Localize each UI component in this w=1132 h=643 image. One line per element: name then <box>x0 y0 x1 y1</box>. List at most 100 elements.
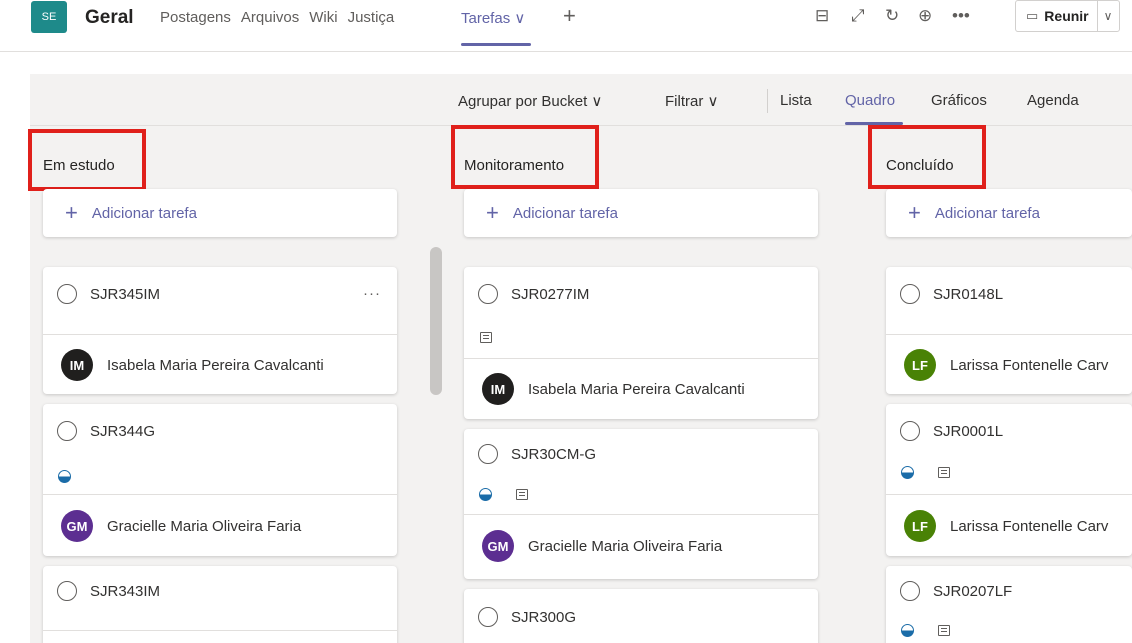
add-task-label: Adicionar tarefa <box>934 204 1040 222</box>
complete-checkbox-icon[interactable] <box>900 581 920 601</box>
task-title-text: SJR0207LF <box>933 582 1013 600</box>
task-title: SJR0001L <box>900 421 1003 441</box>
notes-icon <box>480 332 492 343</box>
add-task-button[interactable]: + Adicionar tarefa <box>886 189 1132 237</box>
complete-checkbox-icon[interactable] <box>900 421 920 441</box>
task-title: SJR0207LF <box>900 581 1012 601</box>
meet-divider <box>1096 1 1098 31</box>
assignee: GM Gracielle Maria Oliveira Faria <box>61 510 301 542</box>
complete-checkbox-icon[interactable] <box>478 444 498 464</box>
in-progress-icon <box>479 488 492 501</box>
assignee-name: Isabela Maria Pereira Cavalcanti <box>107 356 324 374</box>
card-divider <box>43 494 397 495</box>
assignee: LF Larissa Fontenelle Carv <box>904 349 1108 381</box>
tab-arquivos[interactable]: Arquivos <box>241 9 299 26</box>
task-title: SJR344G <box>57 421 155 441</box>
task-card[interactable]: SJR344G GM Gracielle Maria Oliveira Fari… <box>43 404 397 556</box>
task-title: SJR300G <box>478 607 576 627</box>
task-title-text: SJR0277IM <box>511 285 590 303</box>
complete-checkbox-icon[interactable] <box>57 581 77 601</box>
card-divider <box>43 334 397 335</box>
view-board[interactable]: Quadro <box>845 92 895 109</box>
meet-button[interactable]: ▭ Reunir ∨ <box>1015 0 1120 32</box>
more-options-icon[interactable]: ··· <box>363 285 381 302</box>
notes-icon <box>516 489 528 500</box>
avatar: GM <box>482 530 514 562</box>
video-camera-icon: ▭ <box>1026 8 1039 23</box>
conversation-icon[interactable]: ⊟ <box>815 6 829 26</box>
card-divider <box>886 494 1132 495</box>
task-card[interactable]: SJR0207LF <box>886 566 1132 643</box>
in-progress-icon <box>58 470 71 483</box>
tab-justica[interactable]: Justiça <box>348 9 395 26</box>
assignee: LF Larissa Fontenelle Carv <box>904 510 1108 542</box>
task-card[interactable]: SJR300G <box>464 589 818 643</box>
add-tab-icon[interactable]: + <box>563 3 576 29</box>
task-title: SJR345IM <box>57 284 160 304</box>
complete-checkbox-icon[interactable] <box>900 284 920 304</box>
notes-icon <box>938 625 950 636</box>
plus-icon: + <box>908 200 921 225</box>
assignee-name: Gracielle Maria Oliveira Faria <box>528 537 723 555</box>
card-divider <box>43 630 397 631</box>
tab-active-indicator <box>461 43 531 46</box>
assignee: IM Isabela Maria Pereira Cavalcanti <box>482 373 745 405</box>
avatar: IM <box>61 349 93 381</box>
highlight-box <box>28 129 146 191</box>
vertical-scrollbar[interactable] <box>430 247 442 395</box>
assignee-name: Larissa Fontenelle Carv <box>950 356 1109 374</box>
tab-postagens[interactable]: Postagens <box>160 9 231 26</box>
assignee: IM Isabela Maria Pereira Cavalcanti <box>61 349 324 381</box>
task-title: SJR30CM-G <box>478 444 596 464</box>
assignee-name: Larissa Fontenelle Carv <box>950 517 1109 535</box>
task-card[interactable]: SJR0148L LF Larissa Fontenelle Carv <box>886 267 1132 394</box>
task-title: SJR343IM <box>57 581 160 601</box>
in-progress-icon <box>901 466 914 479</box>
task-card[interactable]: SJR0277IM IM Isabela Maria Pereira Caval… <box>464 267 818 419</box>
view-list[interactable]: Lista <box>780 92 812 109</box>
complete-checkbox-icon[interactable] <box>478 284 498 304</box>
assignee-name: Gracielle Maria Oliveira Faria <box>107 517 302 535</box>
task-title-text: SJR345IM <box>90 285 161 303</box>
plus-icon: + <box>65 200 78 225</box>
refresh-icon[interactable]: ↻ <box>885 6 899 26</box>
card-divider <box>464 358 818 359</box>
task-title-text: SJR343IM <box>90 582 161 600</box>
channel-tabs: Postagens Arquivos Wiki Justiça <box>160 9 394 26</box>
team-avatar[interactable]: SE <box>31 1 67 33</box>
card-divider <box>464 514 818 515</box>
group-by-dropdown[interactable]: Agrupar por Bucket ∨ <box>458 92 602 110</box>
add-task-button[interactable]: + Adicionar tarefa <box>464 189 818 237</box>
task-card[interactable]: SJR0001L LF Larissa Fontenelle Carv <box>886 404 1132 556</box>
tab-wiki[interactable]: Wiki <box>309 9 337 26</box>
view-charts[interactable]: Gráficos <box>931 92 987 109</box>
avatar: IM <box>482 373 514 405</box>
globe-icon[interactable]: ⊕ <box>918 6 932 26</box>
channel-name: Geral <box>85 7 134 28</box>
complete-checkbox-icon[interactable] <box>57 421 77 441</box>
task-card[interactable]: SJR345IM ··· IM Isabela Maria Pereira Ca… <box>43 267 397 394</box>
expand-icon[interactable]: ⤢ <box>851 6 865 26</box>
tab-tarefas[interactable]: Tarefas ∨ <box>461 9 525 27</box>
complete-checkbox-icon[interactable] <box>478 607 498 627</box>
notes-icon <box>938 467 950 478</box>
task-title-text: SJR0148L <box>933 285 1004 303</box>
in-progress-icon <box>901 624 914 637</box>
view-schedule[interactable]: Agenda <box>1027 92 1079 109</box>
filter-dropdown[interactable]: Filtrar ∨ <box>665 92 718 110</box>
meet-button-label: Reunir <box>1044 8 1089 24</box>
add-task-button[interactable]: + Adicionar tarefa <box>43 189 397 237</box>
plus-icon: + <box>486 200 499 225</box>
board-toolbar: Agrupar por Bucket ∨ Filtrar ∨ Lista Qua… <box>30 74 1132 126</box>
more-options-icon[interactable]: ••• <box>952 6 970 26</box>
avatar: LF <box>904 349 936 381</box>
highlight-box <box>451 125 599 189</box>
assignee-name: Isabela Maria Pereira Cavalcanti <box>528 380 745 398</box>
task-title-text: SJR300G <box>511 608 577 626</box>
chevron-down-icon[interactable]: ∨ <box>1104 9 1113 23</box>
complete-checkbox-icon[interactable] <box>57 284 77 304</box>
avatar: GM <box>61 510 93 542</box>
task-card[interactable]: SJR30CM-G GM Gracielle Maria Oliveira Fa… <box>464 429 818 579</box>
task-card[interactable]: SJR343IM <box>43 566 397 643</box>
task-title-text: SJR30CM-G <box>511 445 597 463</box>
